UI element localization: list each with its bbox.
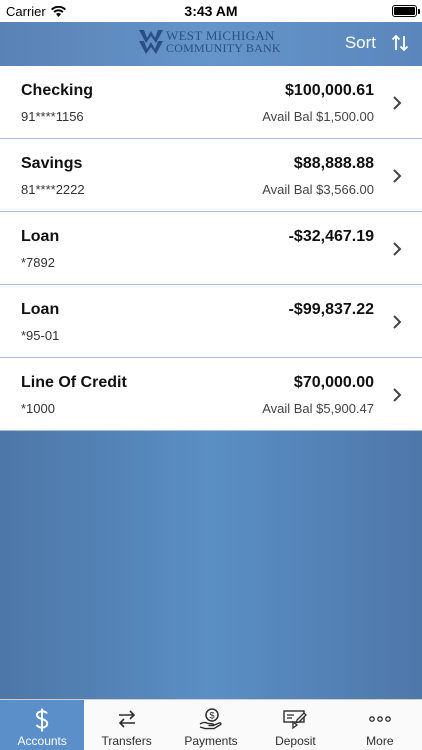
account-balance: $88,888.88 bbox=[293, 155, 374, 172]
transfer-arrows-icon bbox=[118, 710, 135, 728]
account-name: Checking bbox=[21, 82, 94, 99]
ellipsis-icon bbox=[368, 716, 391, 722]
chevron-right-icon bbox=[393, 96, 402, 110]
available-balance: Avail Bal $5,900.47 bbox=[262, 401, 374, 416]
account-balance: $100,000.61 bbox=[285, 82, 374, 99]
sort-arrows-icon bbox=[392, 34, 408, 52]
available-balance: Avail Bal $1,500.00 bbox=[262, 109, 374, 124]
status-time: 3:43 AM bbox=[184, 3, 238, 19]
tab-label: Payments bbox=[184, 734, 238, 748]
sort-label: Sort bbox=[344, 33, 376, 52]
chevron-right-icon bbox=[393, 169, 402, 183]
tab-label: Deposit bbox=[275, 734, 316, 748]
chevron-right-icon bbox=[393, 242, 402, 256]
tab-bar: Accounts Transfers $ Payments Deposit Mo… bbox=[0, 699, 422, 750]
status-bar: Carrier 3:43 AM bbox=[0, 0, 422, 22]
tab-accounts[interactable]: Accounts bbox=[0, 700, 85, 750]
account-row-savings[interactable]: Savings 81****2222 $88,888.88 Avail Bal … bbox=[0, 139, 422, 212]
account-number: *7892 bbox=[21, 255, 55, 270]
account-row-loan-7892[interactable]: Loan *7892 -$32,467.19 bbox=[0, 212, 422, 285]
tab-transfers[interactable]: Transfers bbox=[84, 700, 168, 750]
background-fill bbox=[0, 431, 422, 699]
account-row-loan-9501[interactable]: Loan *95-01 -$99,837.22 bbox=[0, 285, 422, 358]
sort-button[interactable]: Sort bbox=[345, 33, 408, 53]
tab-label: Accounts bbox=[17, 734, 67, 748]
account-number: *95-01 bbox=[21, 328, 60, 343]
hand-coin-icon: $ bbox=[199, 708, 222, 730]
account-row-checking[interactable]: Checking 91****1156 $100,000.61 Avail Ba… bbox=[0, 66, 422, 139]
battery-tip bbox=[418, 9, 420, 14]
svg-text:$: $ bbox=[210, 711, 215, 721]
logo-line-2: Community Bank bbox=[166, 41, 281, 55]
account-number: 81****2222 bbox=[21, 182, 85, 197]
available-balance: Avail Bal $3,566.00 bbox=[262, 182, 374, 197]
nav-header: West Michigan Community Bank Sort bbox=[0, 22, 422, 66]
account-name: Savings bbox=[21, 155, 83, 172]
account-balance: -$99,837.22 bbox=[288, 301, 374, 318]
account-name: Loan bbox=[21, 301, 60, 318]
bank-wordmark: West Michigan Community Bank bbox=[166, 29, 281, 55]
account-number: *1000 bbox=[21, 401, 55, 416]
account-balance: $70,000.00 bbox=[293, 374, 374, 391]
account-row-line-of-credit[interactable]: Line Of Credit *1000 $70,000.00 Avail Ba… bbox=[0, 358, 422, 431]
chevron-right-icon bbox=[393, 315, 402, 329]
tab-deposit[interactable]: Deposit bbox=[253, 700, 337, 750]
tab-payments[interactable]: $ Payments bbox=[169, 700, 253, 750]
tab-label: More bbox=[366, 734, 394, 748]
dollar-icon bbox=[35, 708, 49, 732]
battery-icon bbox=[392, 5, 420, 17]
chevron-right-icon bbox=[393, 388, 402, 402]
check-deposit-icon bbox=[283, 710, 308, 730]
tab-more[interactable]: More bbox=[338, 700, 422, 750]
battery-fill bbox=[394, 7, 415, 15]
accounts-list: Checking 91****1156 $100,000.61 Avail Ba… bbox=[0, 66, 422, 431]
bank-logo-mark-icon bbox=[139, 30, 163, 54]
account-name: Line Of Credit bbox=[21, 374, 127, 391]
account-balance: -$32,467.19 bbox=[288, 228, 374, 245]
account-name: Loan bbox=[21, 228, 60, 245]
account-number: 91****1156 bbox=[21, 109, 84, 124]
bank-logo: West Michigan Community Bank bbox=[138, 28, 281, 56]
tab-label: Transfers bbox=[101, 734, 152, 748]
